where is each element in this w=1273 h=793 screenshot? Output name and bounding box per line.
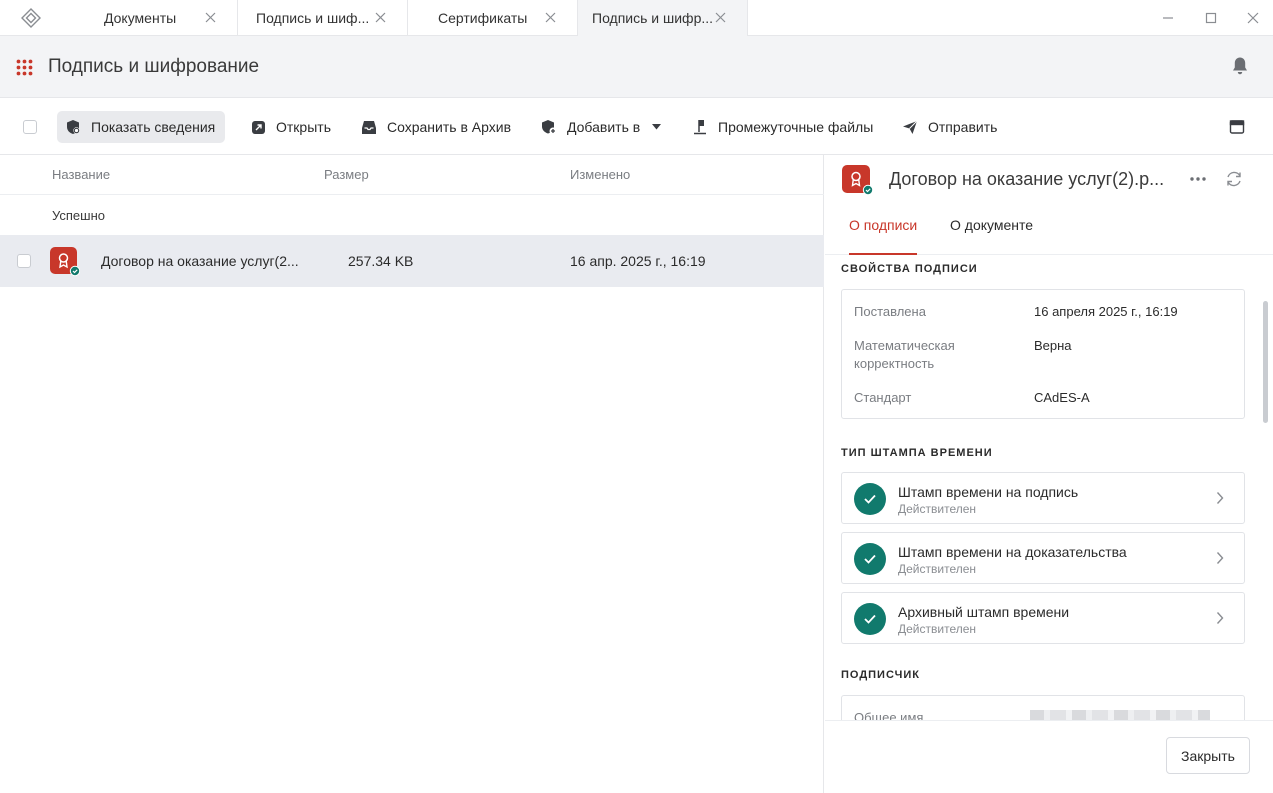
timestamp-item[interactable]: Штамп времени на доказательства Действит…: [841, 532, 1245, 584]
check-circle-icon: [854, 483, 886, 515]
section-title: свойства подписи: [841, 263, 978, 275]
tab-sign-encrypt-2[interactable]: Подпись и шифр...: [578, 0, 748, 36]
app-logo-icon: [18, 6, 44, 30]
file-modified: 16 апр. 2025 г., 16:19: [570, 253, 706, 269]
timestamp-item[interactable]: Архивный штамп времени Действителен: [841, 592, 1245, 644]
tab-documents[interactable]: Документы: [68, 0, 238, 36]
redacted-value: [1030, 710, 1210, 720]
add-to-dropdown[interactable]: Добавить в: [533, 111, 671, 143]
intermediate-files-button[interactable]: Промежуточные файлы: [684, 111, 883, 143]
apps-grid-icon[interactable]: [16, 59, 33, 76]
check-circle-icon: [854, 543, 886, 575]
close-icon[interactable]: [713, 10, 727, 24]
tab-sign-encrypt-1[interactable]: Подпись и шиф...: [238, 0, 408, 36]
signed-file-icon: [50, 247, 81, 277]
chevron-right-icon: [1216, 611, 1226, 625]
title-bar: Документы Подпись и шиф... Сертификаты П…: [0, 0, 1273, 36]
bell-icon[interactable]: [1231, 56, 1251, 78]
column-name[interactable]: Название: [52, 155, 110, 195]
panel-header: Договор на оказание услуг(2).р... О подп…: [825, 155, 1273, 255]
section-title: подписчик: [841, 669, 920, 681]
minimize-icon[interactable]: [1158, 8, 1178, 28]
open-external-icon: [252, 120, 265, 134]
close-icon[interactable]: [373, 10, 387, 24]
panel-title: Договор на оказание услуг(2).р...: [889, 169, 1165, 189]
page-header: Подпись и шифрование: [0, 36, 1273, 98]
open-button[interactable]: Открыть: [243, 111, 341, 143]
group-label: Успешно: [52, 208, 105, 223]
scrollbar-thumb[interactable]: [1263, 301, 1268, 423]
shield-add-icon: [542, 120, 557, 135]
toolbar: Показать сведения Открыть Сохранить в Ар…: [0, 98, 1273, 155]
file-name: Договор на оказание услуг(2...: [101, 253, 299, 269]
row-checkbox[interactable]: [17, 254, 31, 268]
send-plane-icon: [903, 120, 918, 134]
details-panel: Договор на оказание услуг(2).р... О подп…: [825, 155, 1273, 793]
tab-about-signature[interactable]: О подписи: [849, 217, 918, 255]
close-icon[interactable]: [543, 10, 557, 24]
show-details-button[interactable]: Показать сведения: [57, 111, 226, 143]
shield-info-icon: [67, 120, 80, 134]
send-button[interactable]: Отправить: [894, 111, 1007, 143]
panel-scroll-area[interactable]: свойства подписи Поставлена 16 апреля 20…: [825, 255, 1273, 720]
file-list: Название Размер Изменено Успешно Договор…: [0, 155, 824, 793]
file-size: 257.34 KB: [348, 253, 414, 269]
signed-file-icon: [842, 165, 874, 196]
signature-properties: Поставлена 16 апреля 2025 г., 16:19 Мате…: [841, 289, 1245, 419]
table-row[interactable]: Договор на оказание услуг(2... 257.34 KB…: [0, 235, 824, 287]
refresh-icon[interactable]: [1224, 169, 1244, 189]
panel-footer: Закрыть: [825, 720, 1273, 793]
pin-flag-icon: [694, 120, 706, 135]
toggle-panel-icon[interactable]: [1229, 119, 1245, 135]
close-button[interactable]: Закрыть: [1166, 737, 1250, 774]
list-header: Название Размер Изменено: [0, 155, 824, 195]
more-icon[interactable]: [1189, 171, 1207, 187]
section-title: тип штампа времени: [841, 447, 993, 459]
signer-properties: Общее имя: [841, 695, 1245, 720]
window-close-icon[interactable]: [1243, 8, 1263, 28]
column-modified[interactable]: Изменено: [570, 155, 630, 195]
close-icon[interactable]: [203, 10, 217, 24]
timestamp-item[interactable]: Штамп времени на подпись Действителен: [841, 472, 1245, 524]
tab-certificates[interactable]: Сертификаты: [408, 0, 578, 36]
tab-about-document[interactable]: О документе: [950, 217, 1033, 255]
maximize-icon[interactable]: [1201, 8, 1221, 28]
check-circle-icon: [854, 603, 886, 635]
page-title: Подпись и шифрование: [48, 56, 260, 77]
select-all-checkbox[interactable]: [23, 120, 37, 134]
archive-tray-icon: [362, 120, 376, 134]
caret-down-icon: [652, 124, 662, 130]
column-size[interactable]: Размер: [324, 155, 369, 195]
save-to-archive-button[interactable]: Сохранить в Архив: [353, 111, 521, 143]
chevron-right-icon: [1216, 491, 1226, 505]
chevron-right-icon: [1216, 551, 1226, 565]
